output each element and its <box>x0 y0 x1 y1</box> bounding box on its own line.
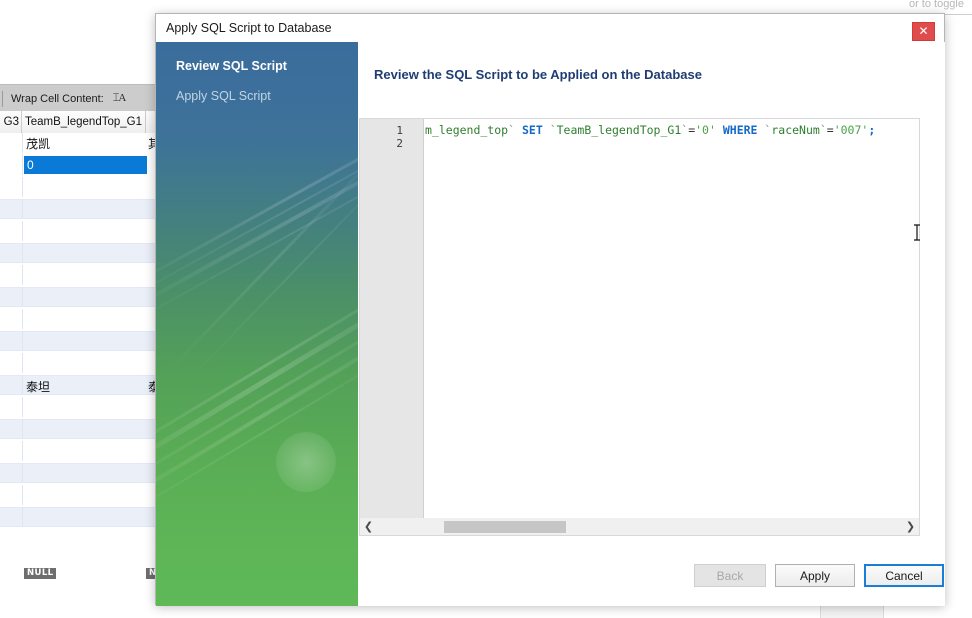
row-column-divider <box>22 376 23 394</box>
dialog-footer: Back Apply Cancel <box>358 550 945 606</box>
back-button[interactable]: Back <box>694 564 766 587</box>
sql-token: ` <box>508 123 516 137</box>
sidebar-streak <box>156 88 358 295</box>
apply-sql-script-dialog: Apply SQL Script to Database ✕ Review SQ… <box>155 13 945 606</box>
null-badge: NULL <box>24 568 57 579</box>
table-row[interactable] <box>0 199 160 219</box>
table-row[interactable] <box>0 177 160 197</box>
scrollbar-thumb[interactable] <box>444 520 566 533</box>
sidebar-step-review-sql-script[interactable]: Review SQL Script <box>176 59 358 73</box>
sql-script-text[interactable]: m_legend_top` SET `TeamB_legendTop_G1`='… <box>425 123 919 137</box>
row-column-divider <box>22 508 23 526</box>
table-row[interactable] <box>0 507 160 527</box>
sql-token: ; <box>868 123 876 137</box>
sidebar-streak <box>164 135 358 375</box>
cell-value[interactable]: 茂凯 <box>26 135 50 152</box>
editor-line-number-gutter: 12 <box>360 119 424 518</box>
sql-token: TeamB_legendTop_G1 <box>556 123 682 137</box>
selected-cell[interactable]: 0 <box>24 156 147 174</box>
column-header-g3[interactable]: G3 <box>0 111 22 133</box>
sql-token: raceNum <box>771 123 820 137</box>
table-row[interactable] <box>0 287 160 307</box>
row-column-divider <box>22 244 23 262</box>
table-row[interactable] <box>0 265 160 285</box>
dialog-titlebar: Apply SQL Script to Database <box>156 14 944 42</box>
sql-token: '0' <box>695 123 716 137</box>
row-column-divider <box>22 485 23 505</box>
line-number: 2 <box>396 137 403 150</box>
background-hint-text: or to toggle <box>908 0 964 10</box>
sidebar-streak <box>185 144 358 384</box>
sidebar-streak <box>156 126 358 332</box>
table-row[interactable]: 茂凯其 <box>0 133 160 153</box>
table-row[interactable] <box>0 463 160 483</box>
row-column-divider <box>22 200 23 218</box>
line-number: 1 <box>396 124 403 137</box>
close-icon[interactable]: ✕ <box>912 22 935 41</box>
sidebar-step-apply-sql-script[interactable]: Apply SQL Script <box>176 89 358 103</box>
row-column-divider <box>22 288 23 306</box>
table-row[interactable] <box>0 441 160 461</box>
table-row[interactable] <box>0 485 160 505</box>
table-row[interactable] <box>0 419 160 439</box>
sql-token: ` <box>819 123 827 137</box>
wrap-cell-content-label: Wrap Cell Content: <box>11 92 104 105</box>
sql-token: SET <box>521 123 543 137</box>
table-row[interactable]: 0 <box>0 155 160 175</box>
dialog-main-panel: Review the SQL Script to be Applied on t… <box>358 42 945 606</box>
row-column-divider <box>22 221 23 241</box>
row-column-divider <box>22 309 23 329</box>
table-row[interactable] <box>0 331 160 351</box>
row-column-divider <box>22 441 23 461</box>
sql-script-editor[interactable]: 12 m_legend_top` SET `TeamB_legendTop_G1… <box>359 118 920 518</box>
dialog-title: Apply SQL Script to Database <box>166 21 332 35</box>
editor-horizontal-scrollbar[interactable]: ❮ ❯ <box>359 518 920 536</box>
row-column-divider <box>22 177 23 197</box>
sidebar-streak <box>156 303 358 524</box>
table-row[interactable] <box>0 309 160 329</box>
row-column-divider <box>22 420 23 438</box>
page-title: Review the SQL Script to be Applied on t… <box>374 67 702 82</box>
result-grid-header-row: G3 TeamB_legendTop_G1 <box>0 111 160 134</box>
table-row[interactable]: 泰坦泰 <box>0 375 160 395</box>
sql-token: '007' <box>833 123 869 137</box>
chevron-left-icon[interactable]: ❮ <box>360 519 377 535</box>
sql-token: = <box>826 123 834 137</box>
row-column-divider <box>22 133 23 153</box>
row-column-divider <box>22 265 23 285</box>
chevron-right-icon[interactable]: ❯ <box>902 519 919 535</box>
toolbar-separator <box>2 90 3 107</box>
row-column-divider <box>22 397 23 417</box>
sidebar-streak <box>156 111 358 319</box>
scrollbar-track[interactable] <box>377 519 902 535</box>
row-column-divider <box>22 155 23 175</box>
row-column-divider <box>22 332 23 350</box>
sidebar-streak <box>156 100 358 306</box>
sql-token: WHERE <box>722 123 758 137</box>
table-row[interactable] <box>0 397 160 417</box>
table-row[interactable] <box>0 353 160 373</box>
sidebar-streak <box>156 321 358 540</box>
column-header-teamb-legendtop-g1[interactable]: TeamB_legendTop_G1 <box>22 111 146 133</box>
dialog-sidebar-steps: Review SQL Script Apply SQL Script <box>156 42 358 606</box>
apply-button[interactable]: Apply <box>775 564 855 587</box>
sidebar-glow <box>276 432 336 492</box>
sql-token: ` <box>549 123 557 137</box>
table-row[interactable] <box>0 243 160 263</box>
wrap-text-icon[interactable]: ⌶A <box>113 92 127 105</box>
cancel-button[interactable]: Cancel <box>864 564 944 587</box>
row-column-divider <box>22 464 23 482</box>
table-row[interactable] <box>0 221 160 241</box>
row-column-divider <box>22 353 23 373</box>
cell-value[interactable]: 泰坦 <box>26 378 50 395</box>
sql-token: m_legend_top <box>425 123 509 137</box>
result-grid-toolbar: Wrap Cell Content: ⌶A <box>0 84 160 112</box>
